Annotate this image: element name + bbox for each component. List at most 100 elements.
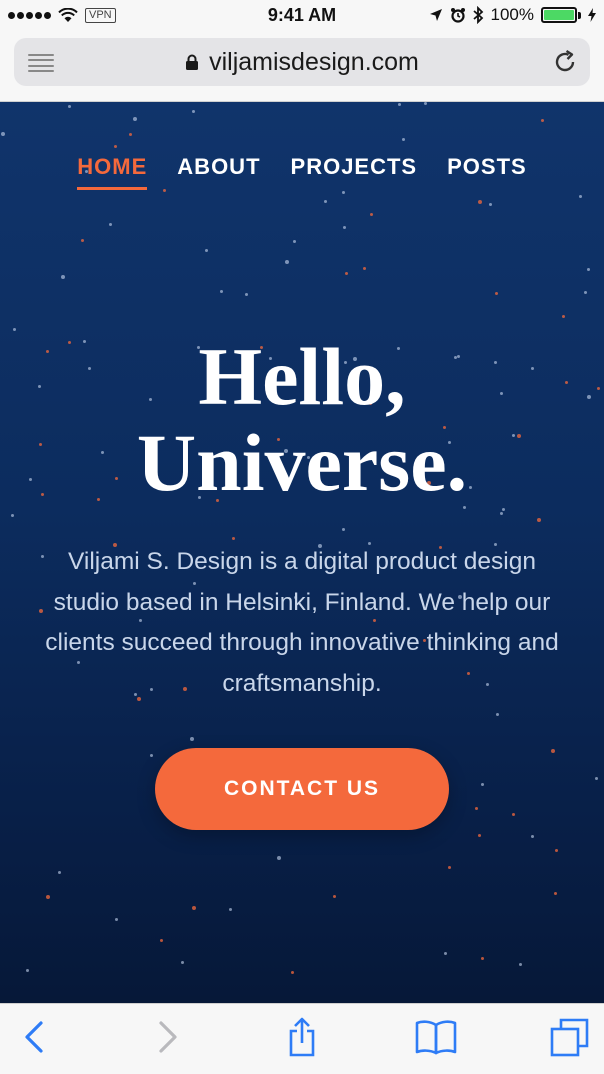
star-dot (333, 895, 336, 898)
url-text: viljamisdesign.com (209, 47, 419, 76)
signal-strength-icon (8, 11, 51, 19)
tabs-icon (550, 1018, 589, 1057)
bookmarks-button[interactable] (414, 1015, 458, 1059)
star-dot (519, 963, 522, 966)
star-dot (478, 834, 481, 837)
star-dot (562, 315, 565, 318)
reload-icon[interactable] (552, 49, 578, 75)
star-dot (293, 240, 296, 243)
star-dot (541, 119, 544, 122)
star-dot (190, 737, 194, 741)
star-dot (58, 871, 61, 874)
star-dot (11, 514, 14, 517)
star-dot (363, 267, 366, 270)
star-dot (475, 807, 478, 810)
star-dot (554, 892, 557, 895)
star-dot (495, 292, 498, 295)
star-dot (114, 145, 117, 148)
star-dot (551, 749, 555, 753)
star-dot (109, 223, 112, 226)
star-dot (277, 856, 281, 860)
star-dot (343, 226, 346, 229)
star-dot (584, 291, 587, 294)
star-dot (370, 213, 373, 216)
star-dot (324, 200, 327, 203)
star-dot (245, 293, 248, 296)
status-left: VPN (8, 7, 116, 23)
star-dot (291, 971, 294, 974)
star-dot (579, 195, 582, 198)
star-dot (481, 783, 484, 786)
star-dot (129, 133, 132, 136)
nav-projects[interactable]: PROJECTS (291, 154, 418, 190)
star-dot (232, 537, 235, 540)
star-dot (555, 849, 558, 852)
star-dot (192, 906, 196, 910)
star-dot (489, 203, 492, 206)
intro-paragraph: Viljami S. Design is a digital product d… (45, 548, 559, 697)
star-dot (502, 508, 505, 511)
status-bar: VPN 9:41 AM 100% (0, 0, 604, 30)
star-dot (220, 290, 223, 293)
address-bar[interactable]: viljamisdesign.com (14, 38, 590, 86)
lock-icon (186, 54, 199, 70)
back-icon (25, 1021, 43, 1053)
star-dot (478, 200, 482, 204)
star-dot (160, 939, 163, 942)
browser-chrome-top: viljamisdesign.com (0, 30, 604, 102)
charging-bolt-icon (588, 8, 596, 22)
tabs-button[interactable] (548, 1015, 592, 1059)
hero-section: HOME ABOUT PROJECTS POSTS Hello, Universe. … (0, 102, 604, 1003)
forward-button[interactable] (146, 1015, 190, 1059)
battery-percent: 100% (490, 5, 534, 24)
hero-headline: Hello, Universe. (0, 334, 604, 506)
star-dot (1, 132, 5, 136)
star-dot (444, 952, 447, 955)
share-icon (289, 1017, 315, 1057)
headline-line-1: Hello, (198, 331, 406, 422)
back-button[interactable] (12, 1015, 56, 1059)
star-dot (181, 961, 184, 964)
star-dot (192, 110, 195, 113)
bookmarks-icon (415, 1020, 457, 1055)
star-dot (595, 777, 598, 780)
browser-toolbar (0, 1003, 604, 1074)
alarm-clock-icon (450, 8, 465, 23)
star-dot (46, 895, 50, 899)
contact-us-button[interactable]: CONTACT US (155, 748, 449, 830)
star-dot (205, 249, 208, 252)
location-arrow-icon (429, 9, 442, 21)
battery-icon (541, 7, 581, 23)
star-dot (531, 835, 534, 838)
site-nav: HOME ABOUT PROJECTS POSTS (0, 154, 604, 190)
headline-line-2: Universe. (136, 417, 468, 508)
star-dot (68, 105, 71, 108)
star-dot (481, 957, 484, 960)
star-dot (424, 102, 427, 105)
url-display[interactable]: viljamisdesign.com (185, 48, 419, 77)
status-right: 100% (429, 5, 596, 25)
star-dot (133, 117, 137, 121)
vpn-badge: VPN (85, 7, 116, 23)
star-dot (342, 528, 345, 531)
star-dot (345, 272, 348, 275)
phone-screen: VPN 9:41 AM 100% viljamisdesign.com HOME… (0, 0, 604, 1074)
star-dot (512, 813, 515, 816)
star-dot (448, 866, 451, 869)
star-dot (500, 512, 503, 515)
bluetooth-icon (472, 6, 483, 24)
star-dot (402, 138, 405, 141)
star-dot (537, 518, 541, 522)
star-dot (13, 328, 16, 331)
star-dot (398, 103, 401, 106)
nav-home[interactable]: HOME (77, 154, 148, 190)
reader-menu-icon[interactable] (28, 54, 54, 72)
star-dot (81, 239, 84, 242)
star-dot (61, 275, 65, 279)
share-button[interactable] (280, 1015, 324, 1059)
star-dot (115, 918, 118, 921)
nav-posts[interactable]: POSTS (447, 154, 527, 190)
forward-icon (159, 1021, 177, 1053)
nav-about[interactable]: ABOUT (177, 154, 260, 190)
star-dot (285, 260, 289, 264)
